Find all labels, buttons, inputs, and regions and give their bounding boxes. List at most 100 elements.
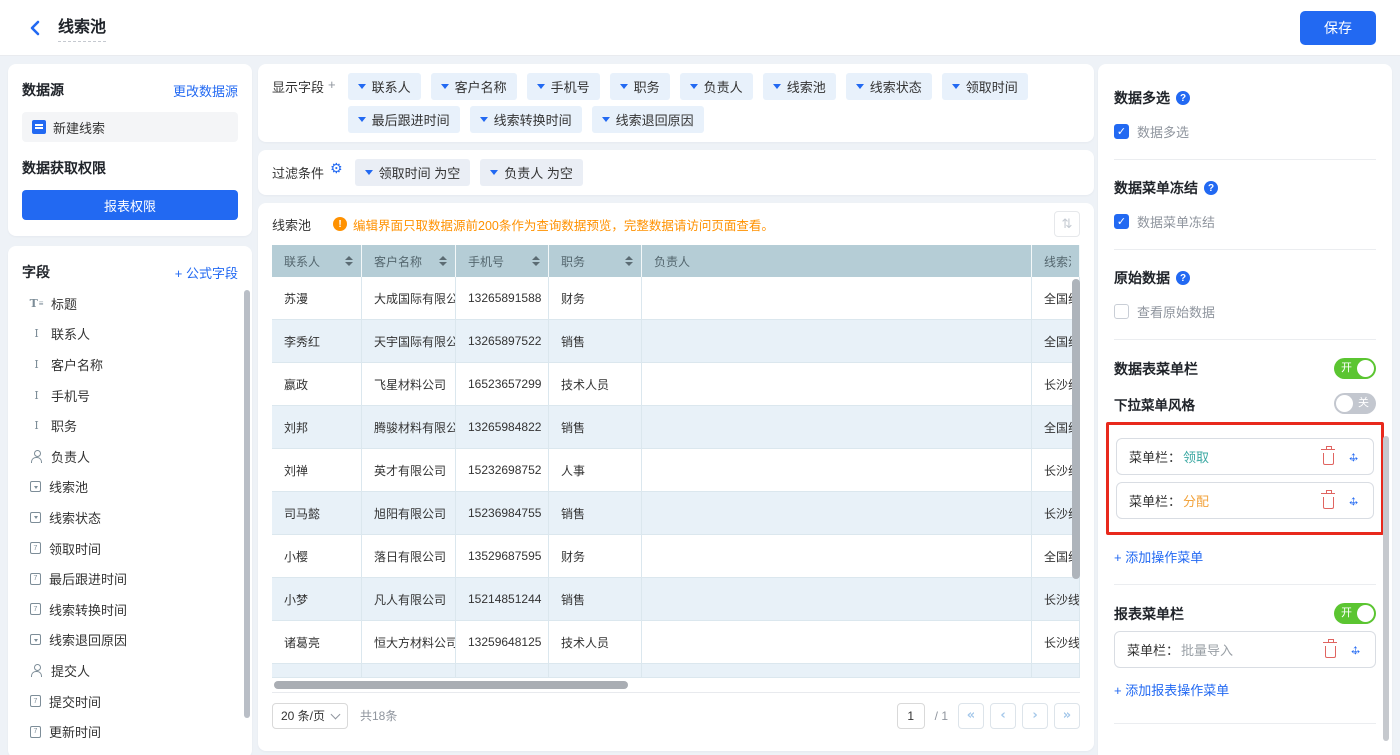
display-field-chip[interactable]: 最后跟进时间 (348, 106, 460, 133)
checkbox[interactable] (1114, 124, 1129, 139)
column-sort-button[interactable]: ⇅ (1054, 211, 1080, 237)
add-action-menu-link[interactable]: + 添加操作菜单 (1114, 547, 1376, 566)
field-item[interactable]: 线索池 (22, 472, 242, 503)
chip-label: 领取时间 为空 (379, 163, 461, 182)
datasource-item[interactable]: 新建线索 (22, 112, 238, 142)
help-icon[interactable]: ? (1176, 271, 1190, 285)
table-header-cell[interactable]: 客户名称 (362, 245, 456, 277)
display-field-chip[interactable]: 线索状态 (846, 73, 932, 100)
table-header-cell[interactable]: 联系人 (272, 245, 362, 277)
datasource-heading: 数据源 (22, 80, 64, 100)
checkbox[interactable] (1114, 304, 1129, 319)
cell-position: 人事 (549, 449, 642, 492)
delete-icon[interactable] (1323, 497, 1334, 509)
fields-scrollbar[interactable] (244, 290, 250, 718)
field-item[interactable]: 线索转换时间 (22, 594, 242, 625)
page-size-select[interactable]: 20 条/页 (272, 703, 348, 729)
table-vertical-scrollbar[interactable] (1072, 279, 1080, 579)
table-row: 嬴政 飞星材料公司 16523657299 技术人员 长沙线索 (272, 363, 1080, 406)
field-item[interactable]: 标题 (22, 288, 242, 319)
field-type-icon (30, 695, 41, 707)
display-field-chip[interactable]: 线索转换时间 (470, 106, 582, 133)
field-item[interactable]: 更新时间 (22, 716, 242, 747)
change-datasource-link[interactable]: 更改数据源 (173, 81, 238, 100)
chevron-down-icon (365, 170, 373, 175)
multi-select-heading: 数据多选 (1114, 88, 1170, 108)
field-item[interactable]: 最后跟进时间 (22, 563, 242, 594)
display-field-chip[interactable]: 客户名称 (431, 73, 517, 100)
next-page-button[interactable]: › (1022, 703, 1048, 729)
filter-chips: 领取时间 为空 负责人 为空 (355, 159, 1080, 186)
menu-bar-item[interactable]: 菜单栏： 分配 (1116, 482, 1374, 519)
menu-bar-item[interactable]: 菜单栏： 批量导入 (1114, 631, 1376, 668)
delete-icon[interactable] (1325, 646, 1336, 658)
cell-owner (642, 621, 1032, 664)
chip-label: 负责人 (704, 77, 743, 96)
table-header-cell[interactable]: 职务 (549, 245, 642, 277)
formula-field-link[interactable]: + 公式字段 (175, 263, 238, 282)
chip-label: 线索退回原因 (616, 110, 694, 129)
field-item[interactable]: 手机号 (22, 380, 242, 411)
prev-page-button[interactable]: ‹ (990, 703, 1016, 729)
move-icon[interactable] (1346, 493, 1361, 508)
display-field-chip[interactable]: 线索退回原因 (592, 106, 704, 133)
table-body: 苏漫 大成国际有限公司 13265891588 财务 全国线索 李秀红 天宇国际… (272, 277, 1080, 664)
table-menu-toggle[interactable]: 开 (1334, 358, 1376, 379)
cell-company: 腾骏材料有限公司 (362, 406, 456, 449)
column-label: 线索池 (1044, 253, 1071, 270)
menu-bar-item[interactable]: 菜单栏： 领取 (1116, 438, 1374, 475)
field-item[interactable]: 提交时间 (22, 686, 242, 717)
cell-phone: 15214851244 (456, 578, 549, 621)
display-field-chip[interactable]: 职务 (610, 73, 670, 100)
page-number-input[interactable]: 1 (897, 703, 925, 729)
last-page-button[interactable]: » (1054, 703, 1080, 729)
display-field-chip[interactable]: 线索池 (763, 73, 836, 100)
add-display-field-button[interactable]: + (328, 73, 336, 92)
field-item[interactable]: 职务 (22, 410, 242, 441)
horizontal-scrollbar[interactable] (274, 681, 628, 689)
cell-contact: 李秀红 (272, 320, 362, 363)
field-item[interactable]: 领取时间 (22, 533, 242, 564)
page-title[interactable]: 线索池 (58, 13, 106, 42)
help-icon[interactable]: ? (1204, 181, 1218, 195)
report-menu-toggle[interactable]: 开 (1334, 603, 1376, 624)
field-list: 标题 联系人 客户名称 手机号 (22, 288, 242, 747)
menu-freeze-checkbox-row[interactable]: 数据菜单冻结 (1114, 212, 1376, 231)
field-item[interactable]: 客户名称 (22, 349, 242, 380)
field-item[interactable]: 线索退回原因 (22, 625, 242, 656)
save-button[interactable]: 保存 (1300, 11, 1376, 45)
table-header-cell[interactable]: 线索池 (1032, 245, 1080, 277)
add-report-action-menu-link[interactable]: + 添加报表操作菜单 (1114, 680, 1376, 699)
filter-gear-icon[interactable]: ⚙ (330, 159, 343, 175)
help-icon[interactable]: ? (1176, 91, 1190, 105)
back-button[interactable] (24, 17, 46, 39)
field-item-label: 职务 (51, 416, 77, 435)
field-type-icon (30, 542, 41, 554)
display-field-chip[interactable]: 负责人 (680, 73, 753, 100)
display-field-chip[interactable]: 联系人 (348, 73, 421, 100)
display-field-chip[interactable]: 手机号 (527, 73, 600, 100)
multi-select-checkbox-row[interactable]: 数据多选 (1114, 122, 1376, 141)
display-field-chip[interactable]: 领取时间 (942, 73, 1028, 100)
settings-scrollbar[interactable] (1383, 436, 1389, 741)
first-page-button[interactable]: « (958, 703, 984, 729)
field-item[interactable]: 线索状态 (22, 502, 242, 533)
field-item-label: 线索状态 (49, 508, 101, 527)
table-header-row: 联系人 客户名称 手机号 (272, 245, 1080, 277)
filter-chip[interactable]: 负责人 为空 (480, 159, 583, 186)
field-item[interactable]: 联系人 (22, 319, 242, 350)
move-icon[interactable] (1348, 642, 1363, 657)
filter-chip[interactable]: 领取时间 为空 (355, 159, 471, 186)
delete-icon[interactable] (1323, 453, 1334, 465)
checkbox[interactable] (1114, 214, 1129, 229)
chevron-down-icon (480, 117, 488, 122)
field-type-icon (30, 726, 41, 738)
table-header-cell[interactable]: 负责人 (642, 245, 1032, 277)
move-icon[interactable] (1346, 449, 1361, 464)
field-item[interactable]: 提交人 (22, 655, 242, 686)
field-item[interactable]: 负责人 (22, 441, 242, 472)
dropdown-style-toggle[interactable]: 关 (1334, 393, 1376, 414)
report-permission-button[interactable]: 报表权限 (22, 190, 238, 220)
raw-data-checkbox-row[interactable]: 查看原始数据 (1114, 302, 1376, 321)
table-header-cell[interactable]: 手机号 (456, 245, 549, 277)
